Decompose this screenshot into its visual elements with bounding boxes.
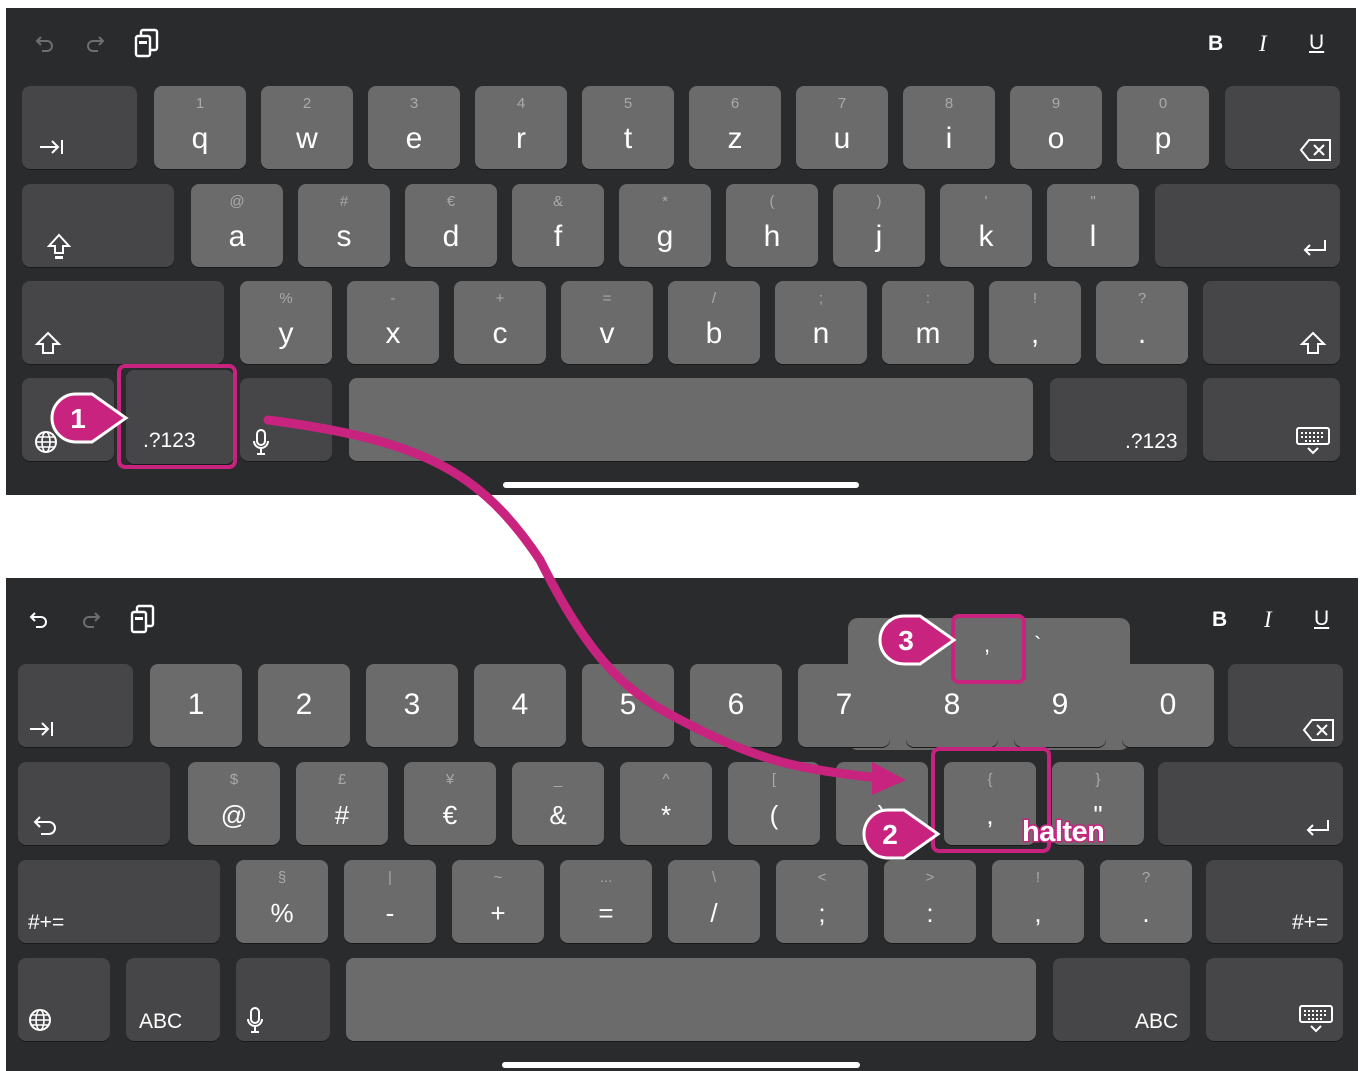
- step-badge-2: 2: [862, 808, 941, 860]
- step-badge-1: 1: [50, 392, 129, 444]
- flow-arrow: [263, 415, 885, 783]
- flow-arrowhead: [872, 762, 906, 795]
- step-3-label: 3: [898, 625, 914, 656]
- step-badge-3: 3: [878, 614, 957, 666]
- step-1-label: 1: [70, 403, 86, 434]
- step-2-label: 2: [882, 819, 898, 850]
- hold-label: halten: [1020, 815, 1106, 850]
- annotation-overlay: [263, 415, 906, 795]
